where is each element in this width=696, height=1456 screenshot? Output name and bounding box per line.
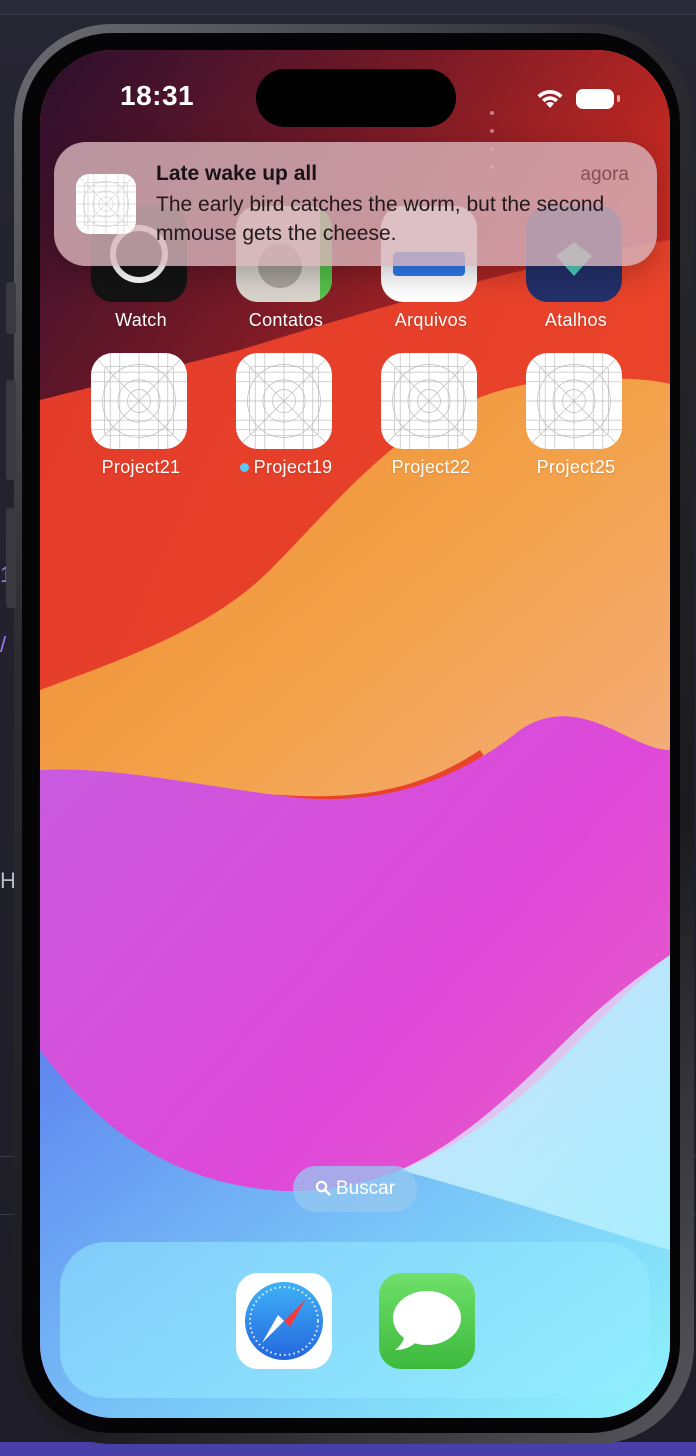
magnifier-icon bbox=[315, 1168, 331, 1196]
notification-title: Late wake up all bbox=[156, 162, 318, 185]
app-label: Arquivos bbox=[394, 310, 468, 330]
battery-tip bbox=[617, 95, 620, 102]
app-label: Project21 bbox=[101, 457, 181, 477]
new-app-dot bbox=[239, 463, 249, 472]
battery-icon bbox=[576, 89, 614, 109]
wifi-icon bbox=[537, 89, 563, 108]
notification-time: agora bbox=[580, 164, 629, 185]
notification-body: The early bird catches the worm, but the… bbox=[156, 193, 605, 245]
app-placeholder-icon bbox=[76, 174, 136, 234]
app-placeholder-icon bbox=[526, 353, 622, 449]
status-time: 18:31 bbox=[120, 80, 195, 111]
volume-down-button[interactable] bbox=[6, 508, 16, 608]
messages-bubble-icon[interactable] bbox=[379, 1273, 475, 1369]
app-placeholder-icon bbox=[91, 353, 187, 449]
volume-up-button[interactable] bbox=[6, 380, 16, 480]
notification-banner[interactable]: Late wake up all agora The early bird ca… bbox=[54, 142, 657, 266]
search-label: Buscar bbox=[335, 1178, 396, 1199]
app-label-with-badge: Project19 bbox=[211, 457, 361, 478]
action-button[interactable] bbox=[6, 282, 16, 334]
desktop-top-strip bbox=[0, 0, 696, 15]
safari-compass-icon[interactable] bbox=[236, 1273, 332, 1369]
app-placeholder-icon bbox=[381, 353, 477, 449]
app-label: Watch bbox=[115, 310, 167, 330]
search-button[interactable]: Buscar bbox=[293, 1166, 417, 1212]
dynamic-island bbox=[256, 69, 456, 127]
background-text-fragment: / bbox=[0, 632, 7, 657]
app-placeholder-icon bbox=[236, 353, 332, 449]
app-label: Project25 bbox=[536, 457, 616, 477]
desktop-bottom-strip bbox=[0, 1442, 696, 1456]
app-label: Project19 bbox=[253, 457, 333, 477]
dock bbox=[60, 1242, 650, 1398]
app-label: Atalhos bbox=[544, 310, 608, 330]
app-label: Contatos bbox=[248, 310, 324, 330]
iphone-screen: 18:31 Watch Contatos Arquivos Atalhos Pr… bbox=[40, 50, 670, 1418]
app-label: Project22 bbox=[391, 457, 471, 477]
